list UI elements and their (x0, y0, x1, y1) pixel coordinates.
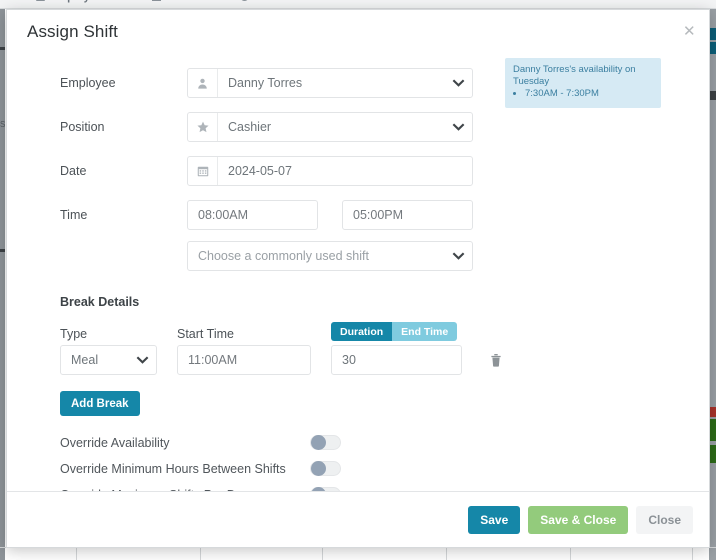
background-nav-timeclock[interactable]: Time Clock (254, 0, 313, 3)
end-time-input[interactable]: 05:00PM (342, 200, 473, 230)
calendar-icon (188, 157, 218, 185)
break-mode-tabs: Duration End Time (331, 322, 458, 341)
toggle-list: Override Availability Override Minimum H… (27, 430, 689, 491)
close-icon[interactable]: ✕ (677, 22, 696, 40)
save-and-close-button[interactable]: Save & Close (528, 505, 629, 534)
break-details-header-row: Type Start Time Duration End Time (27, 321, 689, 341)
chevron-down-icon[interactable] (444, 113, 472, 141)
employee-label: Employee (60, 76, 116, 90)
availability-heading: Danny Torres's availability on Tuesday (513, 64, 636, 87)
employee-field-wrap: Danny Torres (187, 68, 473, 98)
modal-header: Assign Shift ✕ (7, 10, 709, 54)
modal-body: Employee Danny Torres Position Cashier D… (7, 54, 709, 491)
common-shift-placeholder: Choose a commonly used shift (198, 249, 369, 263)
date-value: 2024-05-07 (228, 164, 292, 178)
toggle-row-override-availability: Override Availability (27, 430, 689, 455)
date-input-group[interactable]: 2024-05-07 (187, 156, 473, 186)
toggle-row-override-max-shifts: Override Maximum Shifts Per Day (27, 482, 689, 491)
position-select[interactable]: Cashier (187, 112, 473, 142)
common-shift-row: Choose a commonly used shift (27, 241, 689, 271)
employee-value: Danny Torres (228, 76, 303, 90)
start-time-input[interactable]: 08:00AM (187, 200, 318, 230)
background-nav-employees[interactable]: Employees (50, 0, 108, 3)
time-label: Time (60, 208, 88, 222)
add-break-button[interactable]: Add Break (60, 391, 140, 416)
chevron-down-icon[interactable] (444, 252, 472, 260)
availability-panel: Danny Torres's availability on Tuesday 7… (505, 58, 661, 108)
person-icon (188, 69, 218, 97)
star-icon (188, 113, 218, 141)
toggle-label: Override Maximum Shifts Per Day (60, 488, 310, 492)
toggle-label: Override Availability (60, 435, 170, 450)
toggle-switch-override-max-shifts[interactable] (310, 487, 341, 491)
position-row: Position Cashier (27, 112, 689, 142)
background-side-label: S (0, 120, 6, 129)
chevron-down-icon[interactable] (128, 356, 156, 364)
background-right-strip (709, 9, 716, 560)
common-shift-select[interactable]: Choose a commonly used shift (187, 241, 473, 271)
employee-select[interactable]: Danny Torres (187, 68, 473, 98)
modal-footer: Save Save & Close Close (7, 491, 709, 547)
time-row: Time 08:00AM 05:00PM (27, 200, 689, 230)
chevron-down-icon[interactable] (444, 69, 472, 97)
break-type-select[interactable]: Meal (60, 345, 157, 375)
clock-icon (240, 0, 249, 1)
users-icon (36, 0, 45, 1)
availability-list: 7:30AM - 7:30PM (513, 88, 653, 100)
save-button[interactable]: Save (468, 505, 521, 534)
break-details-title: Break Details (60, 295, 140, 309)
background-navbar: Employees Tasks Time Clock (0, 0, 716, 9)
date-label: Date (60, 164, 87, 178)
position-label: Position (60, 120, 105, 134)
background-nav-tasks[interactable]: Tasks (166, 0, 196, 3)
time-inputs: 08:00AM 05:00PM (187, 200, 473, 230)
page-title: Assign Shift (27, 22, 118, 41)
toggle-label: Override Minimum Hours Between Shifts (60, 461, 286, 476)
break-row: Meal 11:00AM 30 (27, 345, 689, 375)
break-start-time-input[interactable]: 11:00AM (177, 345, 311, 375)
toggle-switch-override-availability[interactable] (310, 435, 341, 450)
date-row: Date 2024-05-07 (27, 156, 689, 186)
break-duration-input[interactable]: 30 (331, 345, 462, 375)
close-button[interactable]: Close (636, 505, 693, 534)
position-value: Cashier (228, 120, 272, 134)
trash-icon[interactable] (490, 353, 502, 367)
availability-entry: 7:30AM - 7:30PM (525, 88, 653, 100)
clipboard-icon (152, 0, 161, 1)
break-type-header: Type (60, 327, 88, 341)
tab-duration[interactable]: Duration (331, 322, 393, 341)
assign-shift-modal: Assign Shift ✕ Employee Danny Torres Pos… (6, 9, 710, 548)
break-start-time-header: Start Time (177, 327, 234, 341)
break-type-value: Meal (71, 353, 99, 367)
tab-end-time[interactable]: End Time (392, 322, 458, 341)
background-left-rail (0, 9, 5, 560)
toggle-switch-override-min-hours[interactable] (310, 461, 341, 476)
toggle-row-override-min-hours: Override Minimum Hours Between Shifts (27, 456, 689, 481)
